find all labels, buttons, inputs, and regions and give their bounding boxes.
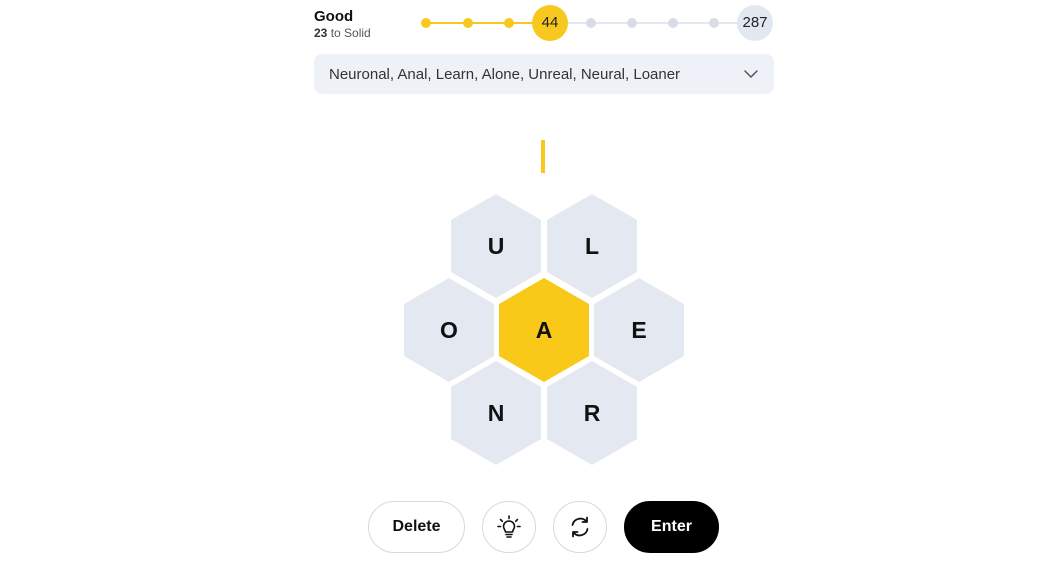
delete-button[interactable]: Delete — [368, 501, 465, 553]
hive-cell-bottom-right[interactable]: R — [547, 361, 637, 465]
chevron-down-icon — [743, 66, 759, 82]
max-score: 287 — [737, 5, 773, 41]
spelling-bee-game: Good 23 to Solid 44 287 Neuronal, Anal, … — [0, 0, 1047, 581]
hive-center-letter: A — [535, 316, 553, 343]
rank-name: Good — [314, 8, 354, 25]
hive-letter: E — [631, 316, 647, 343]
hive-cell-mid-left[interactable]: O — [404, 278, 494, 382]
hive-cell-mid-right[interactable]: E — [594, 278, 684, 382]
rank-info: Good 23 to Solid — [314, 8, 414, 41]
current-score: 44 — [532, 5, 568, 41]
hive-letter: L — [584, 232, 600, 259]
progress-bar: 44 287 — [418, 4, 774, 42]
input-cursor — [541, 140, 545, 173]
shuffle-button[interactable] — [553, 501, 607, 553]
progress-dot — [463, 18, 473, 28]
shuffle-icon — [568, 515, 592, 539]
progress-track-filled — [426, 22, 549, 24]
progress-dot — [504, 18, 514, 28]
progress-dot — [586, 18, 596, 28]
hive-cell-top-left[interactable]: U — [451, 194, 541, 298]
hive-cell-top-right[interactable]: L — [547, 194, 637, 298]
hive-letter: R — [583, 399, 601, 426]
hive-letter: N — [487, 399, 505, 426]
hive-letter: O — [440, 316, 458, 343]
hive-cell-bottom-left[interactable]: N — [451, 361, 541, 465]
progress-dot — [421, 18, 431, 28]
progress-track-empty — [549, 22, 754, 24]
next-rank-label: to Solid — [330, 26, 371, 40]
found-words-list: Neuronal, Anal, Learn, Alone, Unreal, Ne… — [329, 65, 681, 83]
hive-cell-center[interactable]: A — [499, 278, 589, 382]
points-to-next: 23 — [314, 26, 328, 40]
progress-dot — [668, 18, 678, 28]
rank-next: 23 to Solid — [314, 26, 414, 41]
enter-button[interactable]: Enter — [624, 501, 719, 553]
lightbulb-icon — [496, 514, 522, 540]
progress-dot — [627, 18, 637, 28]
progress-dot — [709, 18, 719, 28]
hint-button[interactable] — [482, 501, 536, 553]
found-words-dropdown[interactable]: Neuronal, Anal, Learn, Alone, Unreal, Ne… — [314, 54, 774, 94]
hive-letter: U — [487, 232, 505, 259]
